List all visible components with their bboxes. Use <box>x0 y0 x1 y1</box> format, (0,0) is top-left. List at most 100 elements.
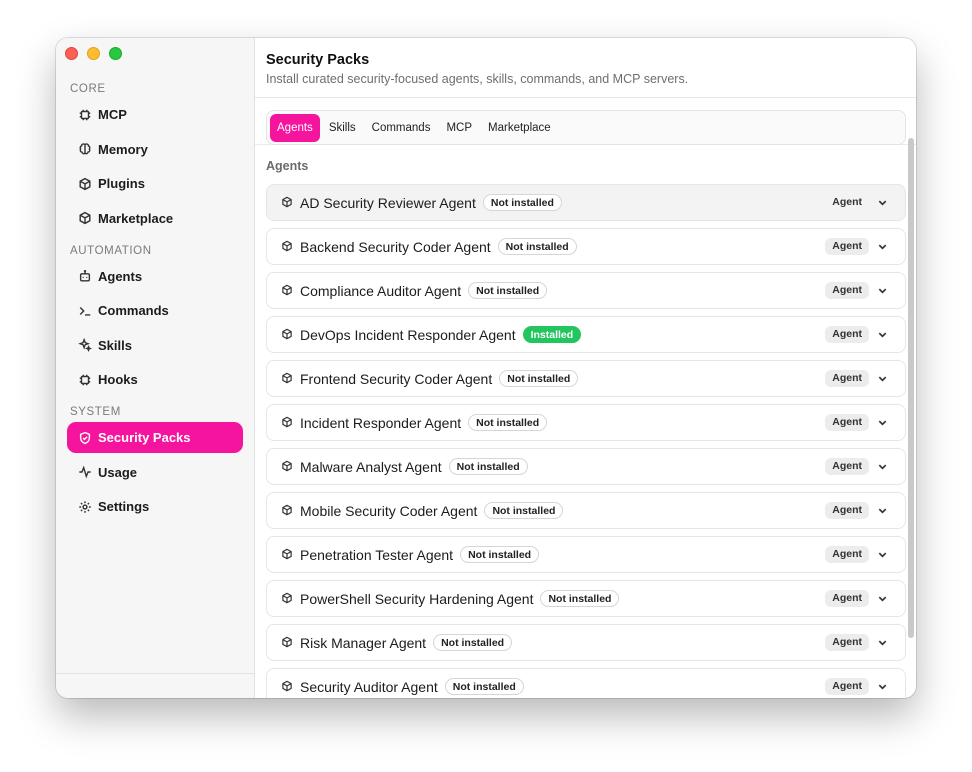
sidebar-item-label: Security Packs <box>98 430 191 445</box>
tab-agents[interactable]: Agents <box>270 113 320 142</box>
sidebar-item-commands[interactable]: Commands <box>67 295 243 326</box>
scrollbar-thumb[interactable] <box>908 138 914 638</box>
type-badge: Agent <box>825 370 869 387</box>
sidebar-item-label: Marketplace <box>98 210 174 226</box>
chevron-down-icon[interactable] <box>877 593 889 605</box>
sidebar-item-plugins[interactable]: Plugins <box>67 168 243 199</box>
chevron-down-icon[interactable] <box>877 505 889 517</box>
package-icon <box>281 548 294 561</box>
chevron-down-icon[interactable] <box>877 637 889 649</box>
activity-icon <box>77 465 92 480</box>
chevron-down-icon[interactable] <box>877 549 889 561</box>
sidebar-item-label: Usage <box>98 464 138 480</box>
type-badge: Agent <box>825 546 869 563</box>
status-badge: Not installed <box>468 414 548 431</box>
status-badge: Not installed <box>460 546 540 563</box>
agent-row[interactable]: PowerShell Security Hardening Agent Not i… <box>266 580 906 617</box>
chevron-down-icon[interactable] <box>877 461 889 473</box>
agent-row[interactable]: Malware Analyst Agent Not installed Agent <box>266 448 906 485</box>
terminal-icon <box>77 303 92 318</box>
chevron-down-icon[interactable] <box>877 285 889 297</box>
close-window-button[interactable] <box>65 47 78 60</box>
package-icon <box>77 211 92 226</box>
sidebar-item-settings[interactable]: Settings <box>67 491 243 522</box>
tab-marketplace[interactable]: Marketplace <box>481 114 558 142</box>
package-icon <box>281 504 294 517</box>
agent-row[interactable]: Penetration Tester Agent Not installed Age… <box>266 536 906 573</box>
agent-row[interactable]: Compliance Auditor Agent Not installed Age… <box>266 272 906 309</box>
app-window: CORE MCP Memory Plugins Marketplace AUTOMATIO… <box>56 38 916 698</box>
chevron-down-icon[interactable] <box>877 241 889 253</box>
status-badge: Not installed <box>482 194 562 211</box>
chevron-down-icon[interactable] <box>877 329 889 341</box>
type-badge: Agent <box>825 282 869 299</box>
agent-name: Mobile Security Coder Agent <box>300 502 478 519</box>
chevron-down-icon[interactable] <box>877 197 889 209</box>
chip-icon <box>77 107 92 122</box>
sidebar-item-label: Hooks <box>98 372 138 387</box>
agent-row[interactable]: Risk Manager Agent Not installed Agent <box>266 624 906 661</box>
sidebar-item-hooks[interactable]: Hooks <box>67 364 243 395</box>
sidebar-item-mcp[interactable]: MCP <box>67 99 243 130</box>
status-badge: Installed <box>522 326 582 343</box>
agent-row[interactable]: Security Auditor Agent Not installed Agent <box>266 668 906 698</box>
sidebar-item-label: Settings <box>98 499 150 514</box>
agent-name: Backend Security Coder Agent <box>300 238 491 255</box>
sidebar-item-security-packs[interactable]: Security Packs <box>67 422 243 453</box>
zoom-window-button[interactable] <box>109 47 122 60</box>
agent-list: AD Security Reviewer Agent Not installed A… <box>255 184 916 698</box>
package-icon <box>281 284 294 297</box>
agent-row[interactable]: AD Security Reviewer Agent Not installed A… <box>266 184 906 221</box>
agent-row[interactable]: Incident Responder Agent Not installed Age… <box>266 404 906 441</box>
package-icon <box>281 680 294 693</box>
tab-skills[interactable]: Skills <box>322 114 363 142</box>
agent-name: Security Auditor Agent <box>300 678 438 695</box>
agent-name: PowerShell Security Hardening Agent <box>300 590 534 607</box>
agent-name: Risk Manager Agent <box>300 634 427 651</box>
agent-name: Incident Responder Agent <box>300 414 462 431</box>
package-icon <box>281 240 294 253</box>
sparkles-icon <box>77 338 92 353</box>
package-icon <box>281 372 294 385</box>
chevron-down-icon[interactable] <box>877 681 889 693</box>
sidebar-item-label: Commands <box>98 303 169 318</box>
type-badge: Agent <box>825 414 869 431</box>
bot-icon <box>77 269 92 284</box>
chevron-down-icon[interactable] <box>877 417 889 429</box>
agent-row[interactable]: Backend Security Coder Agent Not installe… <box>266 228 906 265</box>
agent-name: Frontend Security Coder Agent <box>300 370 493 387</box>
section-heading: Agents <box>266 159 309 173</box>
agent-name: DevOps Incident Responder Agent <box>300 326 516 343</box>
package-icon <box>281 196 294 209</box>
type-badge: Agent <box>825 458 869 475</box>
sidebar-item-memory[interactable]: Memory <box>67 134 243 165</box>
sidebar-item-marketplace[interactable]: Marketplace <box>67 203 243 234</box>
page-title: Security Packs <box>266 52 370 68</box>
sidebar-item-label: Plugins <box>98 176 145 191</box>
status-badge: Not installed <box>448 458 528 475</box>
minimize-window-button[interactable] <box>87 47 100 60</box>
sidebar-section-label: AUTOMATION <box>70 244 152 257</box>
tab-commands[interactable]: Commands <box>365 114 438 142</box>
agent-name: AD Security Reviewer Agent <box>300 194 476 211</box>
agent-row[interactable]: Frontend Security Coder Agent Not install… <box>266 360 906 397</box>
chevron-down-icon[interactable] <box>877 373 889 385</box>
tab-mcp[interactable]: MCP <box>439 114 479 142</box>
chip-icon <box>77 372 92 387</box>
agent-row[interactable]: DevOps Incident Responder Agent Installed… <box>266 316 906 353</box>
package-icon <box>281 592 294 605</box>
sidebar-item-label: Agents <box>98 268 143 284</box>
status-badge: Not installed <box>497 238 577 255</box>
status-badge: Not installed <box>433 634 513 651</box>
sidebar-item-usage[interactable]: Usage <box>67 457 243 488</box>
sidebar-item-agents[interactable]: Agents <box>67 261 243 292</box>
type-badge: Agent <box>832 196 862 208</box>
package-icon <box>281 460 294 473</box>
sidebar-item-skills[interactable]: Skills <box>67 330 243 361</box>
sidebar-section-label: SYSTEM <box>70 406 121 418</box>
status-badge: Not installed <box>484 502 564 519</box>
type-badge: Agent <box>825 326 869 343</box>
package-icon <box>281 416 294 429</box>
sidebar: CORE MCP Memory Plugins Marketplace AUTOMATIO… <box>56 38 255 698</box>
agent-row[interactable]: Mobile Security Coder Agent Not installed… <box>266 492 906 529</box>
